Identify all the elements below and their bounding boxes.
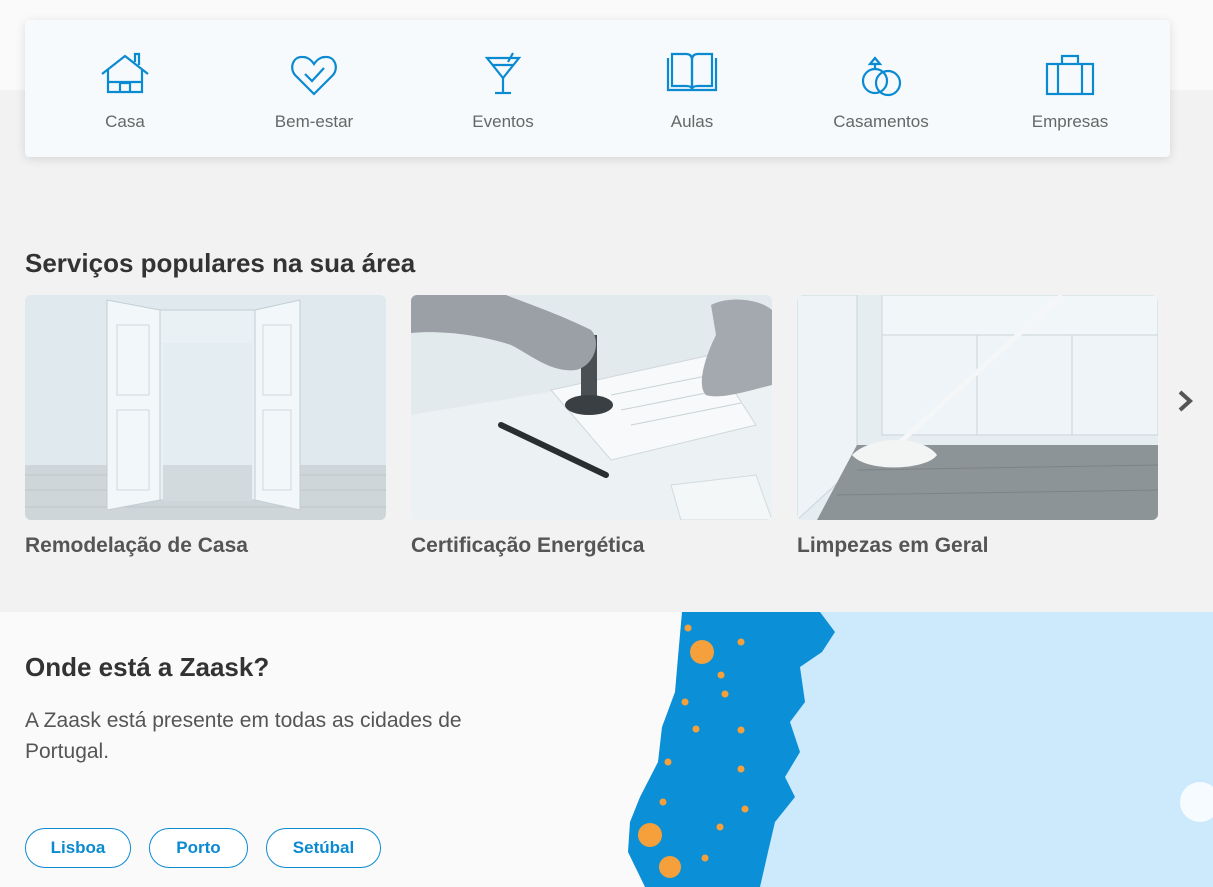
- service-card-remodelacao[interactable]: Remodelação de Casa: [25, 295, 386, 558]
- service-name: Remodelação de Casa: [25, 534, 248, 557]
- service-name: Limpezas em Geral: [797, 534, 989, 557]
- city-button-porto[interactable]: Porto: [149, 828, 248, 868]
- portugal-map-image: [600, 612, 1213, 887]
- empty-room-open-doors-image: [25, 295, 386, 520]
- category-casa[interactable]: Casa: [45, 20, 205, 157]
- category-label: Bem-estar: [274, 112, 354, 131]
- heart-check-icon: [291, 55, 337, 96]
- where-description: A Zaask está presente em todas as cidade…: [25, 709, 462, 763]
- category-label: Aulas: [670, 112, 714, 131]
- city-button-lisboa[interactable]: Lisboa: [25, 828, 131, 868]
- category-label: Empresas: [1031, 112, 1109, 131]
- category-empresas[interactable]: Empresas: [990, 20, 1150, 157]
- category-label: Casamentos: [833, 112, 929, 131]
- cocktail-glass-icon: [484, 52, 522, 95]
- category-label: Casa: [105, 112, 145, 131]
- house-icon: [101, 52, 149, 94]
- service-name: Certificação Energética: [411, 534, 645, 557]
- mop-cleaning-floor-image: [797, 295, 1158, 520]
- category-bem-estar[interactable]: Bem-estar: [234, 20, 394, 157]
- category-eventos[interactable]: Eventos: [423, 20, 583, 157]
- category-casamentos[interactable]: Casamentos: [801, 20, 961, 157]
- category-aulas[interactable]: Aulas: [612, 20, 772, 157]
- popular-services-title: Serviços populares na sua área: [25, 248, 416, 278]
- wedding-rings-icon: [861, 56, 902, 97]
- hand-stamping-document-image: [411, 295, 772, 520]
- chevron-right-icon[interactable]: [1172, 388, 1198, 414]
- open-book-icon: [666, 52, 718, 92]
- briefcase-icon: [1045, 54, 1095, 96]
- service-card-certificacao[interactable]: Certificação Energética: [411, 295, 772, 558]
- city-button-setubal[interactable]: Setúbal: [266, 828, 381, 868]
- where-title: Onde está a Zaask?: [25, 652, 270, 682]
- service-card-limpezas[interactable]: Limpezas em Geral: [797, 295, 1158, 558]
- category-nav: Casa Bem-estar Eventos Aulas Casamentos …: [25, 20, 1170, 157]
- category-label: Eventos: [472, 112, 534, 131]
